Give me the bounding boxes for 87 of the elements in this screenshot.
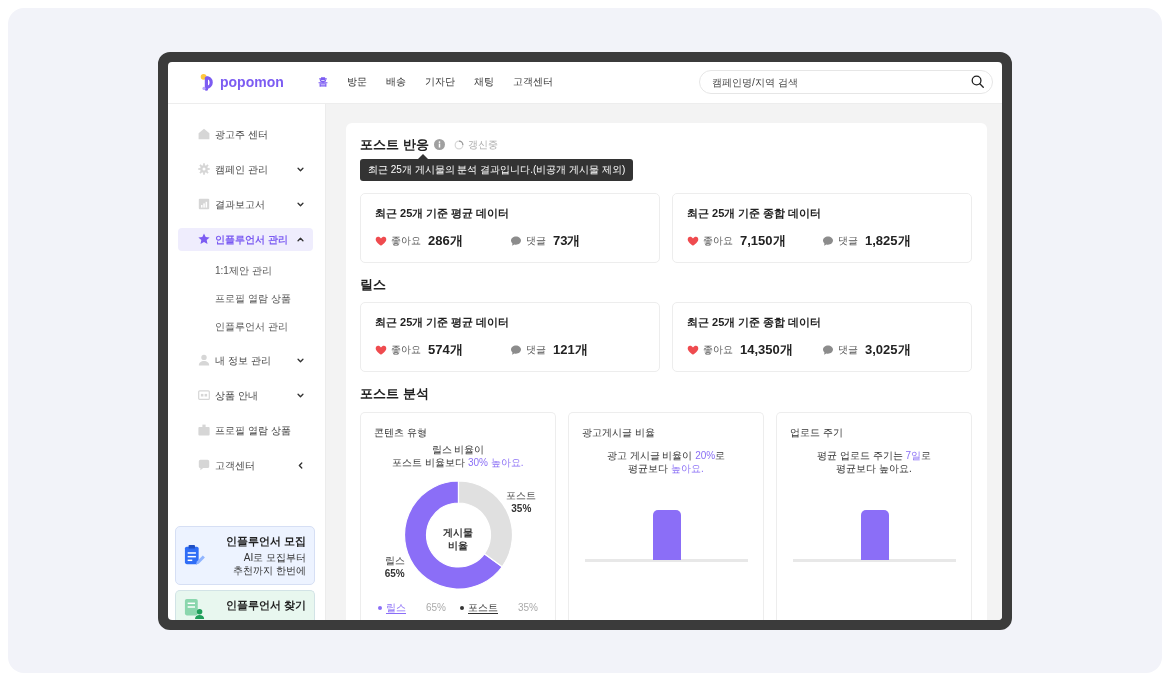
card-title: 업로드 주기 (790, 425, 844, 440)
heart-icon (375, 234, 387, 247)
heart-icon (687, 234, 699, 247)
summary-text: 광고 게시글 비율이 20%로 평균보다 높아요. (606, 448, 726, 475)
chat-bubble-icon (822, 234, 834, 247)
nav-tab[interactable]: 고객센터 (512, 75, 553, 89)
card-title: 광고게시글 비율 (582, 425, 656, 440)
stat-label: 좋아요 (703, 234, 733, 248)
sidebar-item[interactable]: 캠페인 관리 (178, 157, 313, 181)
stat-value: 14,350개 (740, 341, 793, 358)
legend-item[interactable]: 포스트 (468, 600, 498, 615)
stat-value: 7,150개 (740, 232, 786, 249)
sidebar-item[interactable]: 결과보고서 (178, 192, 313, 216)
nav-tab[interactable]: 방문 (346, 75, 367, 89)
stat-label: 좋아요 (703, 343, 733, 357)
card-title: 콘텐츠 유형 (374, 425, 428, 440)
submenu-item[interactable]: 프로필 열람 상품 (178, 288, 313, 309)
spinner-icon (453, 139, 464, 150)
house-icon (198, 128, 210, 140)
stat-label: 댓글 (838, 234, 858, 248)
legend-item[interactable]: 릴스 (386, 600, 406, 615)
chart-bar (860, 509, 889, 560)
nav-tab[interactable]: 기자단 (424, 75, 455, 89)
section-title: 포스트 반응 (360, 135, 429, 154)
document-person-icon (184, 597, 206, 620)
logo-text[interactable]: popomon (220, 74, 284, 90)
nav-tab[interactable]: 채팅 (473, 75, 494, 89)
id-card-icon (198, 424, 210, 436)
promo-title: 인플루언서 찾기 (225, 597, 306, 613)
logo-icon[interactable] (200, 73, 216, 91)
chat-icon (198, 459, 210, 471)
chat-bubble-icon (510, 234, 522, 247)
promo-card[interactable]: 인플루언서 모집 AI로 모집부터 추천까지 한번에 (175, 525, 315, 585)
chat-bubble-icon (510, 343, 522, 356)
star-icon (198, 233, 210, 245)
chart-bar (652, 509, 681, 560)
card-title: 최근 25개 기준 종합 데이터 (687, 205, 823, 220)
chat-bubble-icon (822, 343, 834, 356)
sidebar-item[interactable]: 상품 안내 (178, 383, 313, 407)
chart-icon (198, 198, 210, 210)
info-icon[interactable] (433, 139, 445, 150)
legend-value: 35% (518, 601, 538, 615)
summary-text: 릴스 비율이 포스트 비율보다 30% 높아요. (392, 442, 524, 469)
summary-text: 평균 업로드 주기는 7일로 평균보다 높아요. (817, 448, 931, 475)
promo-subtitle: AI로 모집부터 추천까지 한번에 (232, 550, 306, 577)
stat-value: 73개 (553, 232, 581, 249)
card-title: 최근 25개 기준 평균 데이터 (375, 205, 511, 220)
sidebar-item[interactable]: 인플루언서 관리 (178, 227, 313, 251)
submenu-item[interactable]: 인플루언서 관리 (178, 316, 313, 337)
heart-icon (375, 343, 387, 356)
status-text: 갱신중 (467, 138, 498, 152)
stat-value: 574개 (428, 341, 463, 358)
data-label: 포스트 35% (506, 489, 537, 516)
card-title: 최근 25개 기준 평균 데이터 (375, 314, 511, 329)
sidebar-item[interactable]: 프로필 열람 상품 (178, 418, 313, 442)
sidebar-item[interactable]: 내 정보 관리 (178, 348, 313, 372)
stat-value: 1,825개 (865, 232, 911, 249)
stat-value: 286개 (428, 232, 463, 249)
card-title: 최근 25개 기준 종합 데이터 (687, 314, 823, 329)
stat-value: 3,025개 (865, 341, 911, 358)
tooltip: 최근 25개 게시물의 분석 결과입니다.(비공개 게시물 제외) (360, 153, 634, 181)
clipboard-pen-icon (184, 544, 206, 566)
section-title: 릴스 (360, 275, 386, 294)
stat-label: 댓글 (838, 343, 858, 357)
section-title: 포스트 분석 (360, 384, 429, 403)
promo-title: 인플루언서 모집 (225, 533, 306, 549)
stat-label: 댓글 (526, 343, 546, 357)
data-label: 릴스 65% (384, 553, 405, 580)
stat-label: 좋아요 (391, 343, 421, 357)
stat-label: 댓글 (526, 234, 546, 248)
submenu-item[interactable]: 1:1제안 관리 (178, 260, 313, 281)
search-icon[interactable] (971, 75, 984, 88)
chevron-icon (296, 460, 305, 470)
donut-center-label: 게시물 비율 (442, 525, 474, 552)
nav-tab[interactable]: 배송 (385, 75, 406, 89)
sidebar-item[interactable]: 고객센터 (178, 453, 313, 477)
gear-icon (198, 163, 210, 175)
stat-label: 좋아요 (391, 234, 421, 248)
promo-card[interactable]: 인플루언서 찾기 (175, 589, 315, 620)
heart-icon (687, 343, 699, 356)
stat-value: 121개 (553, 341, 588, 358)
search-field[interactable]: 캠페인명/지역 검색 (699, 70, 993, 94)
nav-tab[interactable]: 홈 (317, 75, 328, 89)
legend-value: 65% (426, 601, 446, 615)
ticket-icon (198, 389, 210, 401)
sidebar-item[interactable]: 광고주 센터 (178, 122, 313, 146)
person-icon (198, 354, 210, 366)
